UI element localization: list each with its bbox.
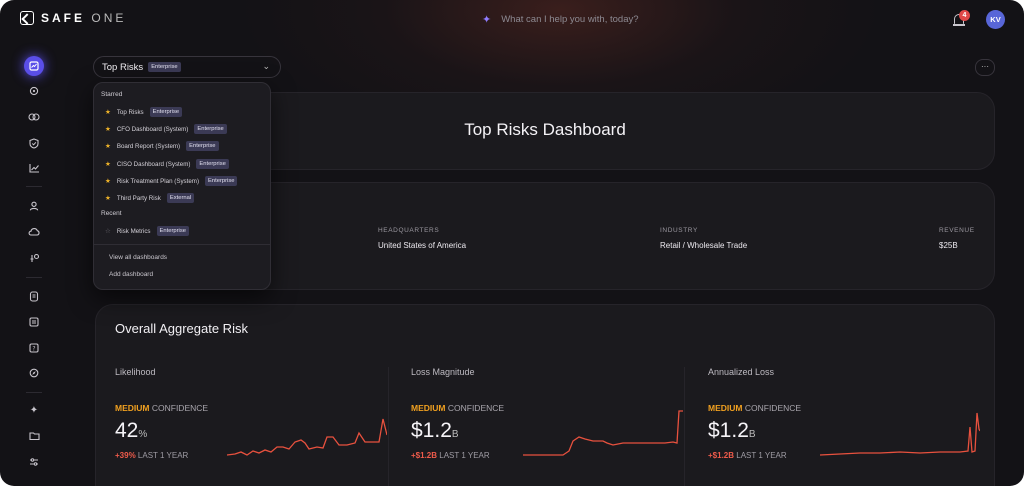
metric-delta: +39% LAST 1 YEAR — [115, 451, 189, 460]
dropdown-item-risk-treatment-plan[interactable]: ★ Risk Treatment Plan (System) Enterpris… — [105, 176, 238, 186]
sparkle-icon[interactable]: ✦ — [24, 400, 44, 420]
industry-info: INDUSTRY Retail / Wholesale Trade — [660, 227, 747, 250]
aggregate-risk-card: Overall Aggregate Risk Likelihood MEDIUM… — [95, 304, 995, 486]
confidence-level: MEDIUM CONFIDENCE — [115, 403, 209, 413]
user-icon[interactable] — [24, 196, 44, 216]
nav-divider — [26, 186, 42, 187]
confidence-level: MEDIUM CONFIDENCE — [411, 403, 505, 413]
user-avatar[interactable]: KV — [986, 10, 1005, 29]
annualized-loss-metric[interactable]: Annualized Loss MEDIUM CONFIDENCE $1.2B … — [708, 367, 988, 486]
recent-section-label: Recent — [101, 210, 122, 217]
dashboard-icon[interactable] — [24, 56, 44, 76]
view-all-dashboards-link[interactable]: View all dashboards — [109, 254, 167, 261]
metric-delta: +$1.2B LAST 1 YEAR — [411, 451, 490, 460]
item-tag: Enterprise — [186, 141, 219, 151]
target-icon[interactable] — [24, 81, 44, 101]
list-icon[interactable] — [24, 312, 44, 332]
chevron-down-icon: ⌄ — [262, 61, 270, 71]
toggle-icon[interactable] — [24, 107, 44, 127]
starred-section-label: Starred — [101, 91, 123, 98]
dropdown-item-third-party-risk[interactable]: ★ Third Party Risk External — [105, 193, 195, 203]
dropdown-item-cfo-dashboard[interactable]: ★ CFO Dashboard (System) Enterprise — [105, 124, 227, 134]
star-icon[interactable]: ★ — [105, 125, 111, 133]
nav-divider — [26, 277, 42, 278]
loss-magnitude-sparkline — [523, 410, 683, 456]
trend-chart-icon[interactable] — [24, 158, 44, 178]
add-dashboard-link[interactable]: Add dashboard — [109, 271, 153, 278]
dashboard-selector[interactable]: Top Risks Enterprise ⌄ — [93, 56, 281, 78]
selector-title: Top Risks — [102, 61, 144, 73]
logo-icon — [20, 11, 34, 25]
dropdown-item-risk-metrics[interactable]: ☆ Risk Metrics Enterprise — [105, 226, 189, 236]
loss-magnitude-metric[interactable]: Loss Magnitude MEDIUM CONFIDENCE $1.2B +… — [411, 367, 691, 486]
document-icon[interactable] — [24, 286, 44, 306]
logo-text: SAFE ONE — [41, 11, 127, 25]
shield-icon[interactable] — [24, 133, 44, 153]
revenue-label: REVENUE — [939, 227, 975, 234]
svg-text:?: ? — [32, 345, 35, 352]
item-tag: Enterprise — [156, 226, 189, 236]
item-tag: Enterprise — [205, 176, 238, 186]
star-icon[interactable]: ★ — [105, 160, 111, 168]
search-input[interactable]: What can I help you with, today? — [501, 14, 638, 25]
more-options-button[interactable]: ··· — [975, 59, 995, 76]
industry-label: INDUSTRY — [660, 227, 698, 234]
item-tag: Enterprise — [149, 107, 183, 117]
metric-divider — [388, 367, 389, 486]
search-bar[interactable]: ✦ What can I help you with, today? — [482, 13, 639, 26]
app-window: SAFE ONE ✦ What can I help you with, tod… — [0, 0, 1024, 486]
metric-label: Loss Magnitude — [411, 367, 475, 377]
revenue-value: $25B — [939, 241, 958, 250]
top-bar: SAFE ONE ✦ What can I help you with, tod… — [0, 0, 1024, 40]
revenue-info: REVENUE $25B — [939, 227, 975, 250]
likelihood-sparkline — [227, 418, 387, 456]
dropdown-item-board-report[interactable]: ★ Board Report (System) Enterprise — [105, 141, 219, 151]
dashboard-dropdown-menu: Starred ★ Top Risks Enterprise ★ CFO Das… — [93, 82, 271, 290]
likelihood-metric[interactable]: Likelihood MEDIUM CONFIDENCE 42% +39% LA… — [115, 367, 395, 486]
metric-label: Likelihood — [115, 367, 156, 377]
folder-icon[interactable] — [24, 426, 44, 446]
selector-tag: Enterprise — [148, 62, 181, 72]
headquarters-label: HEADQUARTERS — [378, 227, 440, 234]
cloud-icon[interactable] — [24, 222, 44, 242]
metric-label: Annualized Loss — [708, 367, 775, 377]
confidence-level: MEDIUM CONFIDENCE — [708, 403, 802, 413]
star-icon[interactable]: ★ — [105, 194, 111, 202]
star-icon[interactable]: ★ — [105, 142, 111, 150]
compass-icon[interactable] — [24, 363, 44, 383]
item-tag: Enterprise — [194, 124, 227, 134]
integrations-icon[interactable] — [24, 248, 44, 268]
annualized-loss-sparkline — [820, 412, 980, 456]
headquarters-info: HEADQUARTERS United States of America — [378, 227, 466, 250]
star-outline-icon[interactable]: ☆ — [105, 227, 111, 235]
nav-divider — [26, 392, 42, 393]
star-icon[interactable]: ★ — [105, 108, 111, 116]
notification-count-badge: 4 — [959, 10, 970, 21]
metric-value: $1.2B — [708, 419, 756, 442]
settings-sliders-icon[interactable] — [24, 452, 44, 472]
risk-title: Overall Aggregate Risk — [115, 321, 248, 336]
industry-value: Retail / Wholesale Trade — [660, 241, 748, 250]
metric-value: 42% — [115, 419, 148, 442]
metric-divider — [684, 367, 685, 486]
logo[interactable]: SAFE ONE — [20, 11, 126, 25]
sparkle-icon: ✦ — [482, 14, 492, 26]
item-tag: External — [166, 193, 195, 203]
metric-delta: +$1.2B LAST 1 YEAR — [708, 451, 787, 460]
dropdown-item-top-risks[interactable]: ★ Top Risks Enterprise — [105, 107, 183, 117]
headquarters-value: United States of America — [378, 241, 467, 250]
dropdown-item-ciso-dashboard[interactable]: ★ CISO Dashboard (System) Enterprise — [105, 159, 229, 169]
sidebar-nav: ? ✦ — [20, 52, 48, 482]
metric-value: $1.2B — [411, 419, 459, 442]
dropdown-divider — [94, 244, 270, 245]
star-icon[interactable]: ★ — [105, 177, 111, 185]
item-tag: Enterprise — [196, 159, 229, 169]
help-icon[interactable]: ? — [24, 338, 44, 358]
